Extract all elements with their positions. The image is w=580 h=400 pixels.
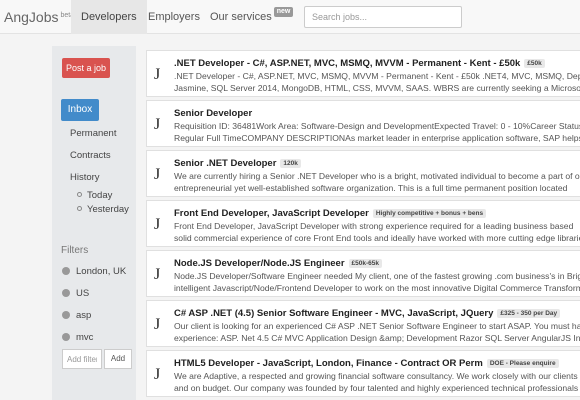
history-item-today-label: Today xyxy=(87,190,113,201)
job-card[interactable]: J Senior Developer Requisition ID: 36481… xyxy=(146,100,580,147)
add-filter-input[interactable] xyxy=(62,349,102,369)
job-description: We are currently hiring a Senior .NET De… xyxy=(174,171,580,194)
history-item-yesterday-label: Yesterday xyxy=(87,204,129,215)
job-title-text: .NET Developer - C#, ASP.NET, MVC, MSMQ,… xyxy=(174,58,521,69)
tab-our-services[interactable]: Our services new xyxy=(200,0,303,34)
job-card[interactable]: J .NET Developer - C#, ASP.NET, MVC, MSM… xyxy=(146,50,580,97)
filters-heading: Filters xyxy=(61,245,89,256)
job-description: .NET Developer - C#, ASP.NET, MVC, MSMQ,… xyxy=(174,71,580,94)
job-description-line: Requisition ID: 36481Work Area: Software… xyxy=(174,121,580,131)
job-description-line: We are Adaptive, a respected and growing… xyxy=(174,371,578,381)
job-description-line: Front End Developer, JavaScript Develope… xyxy=(174,221,574,231)
history-item-yesterday[interactable]: Yesterday xyxy=(77,204,129,215)
post-job-button[interactable]: Post a job xyxy=(62,58,110,78)
add-filter-button[interactable]: Add xyxy=(104,349,132,369)
sidebar-item-permanent[interactable]: Permanent xyxy=(70,128,116,139)
job-description-line: experience: ASP. Net 4.5 C# MVC Applicat… xyxy=(174,332,580,343)
job-title[interactable]: Senior .NET Developer 120k xyxy=(174,158,301,169)
job-title-text: Node.JS Developer/Node.JS Engineer xyxy=(174,258,345,269)
job-title-text: Front End Developer, JavaScript Develope… xyxy=(174,208,369,219)
company-logo: J xyxy=(154,266,161,283)
history-item-today[interactable]: Today xyxy=(77,190,112,201)
filter-label: mvc xyxy=(76,332,94,343)
filter-asp[interactable]: asp xyxy=(62,310,91,321)
filter-label: US xyxy=(76,288,90,299)
job-description-line: .NET Developer - C#, ASP.NET, MVC, MSMQ,… xyxy=(174,71,580,81)
brand-name: AngJobs xyxy=(4,9,59,25)
job-description: Node.JS Developer/Software Engineer need… xyxy=(174,271,580,294)
job-card[interactable]: J Front End Developer, JavaScript Develo… xyxy=(146,200,580,247)
filter-us[interactable]: US xyxy=(62,288,89,299)
filter-mvc[interactable]: mvc xyxy=(62,332,93,343)
job-description-line: Regular Full TimeCOMPANY DESCRIPTIONAs m… xyxy=(174,132,580,143)
salary-tag: £325 - 350 per Day xyxy=(497,309,561,318)
filter-dot-icon xyxy=(62,311,70,319)
company-logo: J xyxy=(154,166,161,183)
filter-label: London, UK xyxy=(76,266,127,277)
job-title[interactable]: C# ASP .NET (4.5) Senior Software Engine… xyxy=(174,308,561,319)
job-title[interactable]: .NET Developer - C#, ASP.NET, MVC, MSMQ,… xyxy=(174,58,545,69)
sidebar-item-history[interactable]: History xyxy=(70,172,100,183)
job-description-line: Jasmine, SQL Server 2014, MongoDB, HTML,… xyxy=(174,82,580,93)
filter-dot-icon xyxy=(62,267,70,275)
job-description: We are Adaptive, a respected and growing… xyxy=(174,371,580,394)
job-title-text: Senior .NET Developer xyxy=(174,158,277,169)
inbox-button[interactable]: Inbox xyxy=(61,99,99,121)
job-description: Front End Developer, JavaScript Develope… xyxy=(174,221,580,244)
sidebar: Post a job Inbox Permanent Contracts His… xyxy=(52,46,136,400)
job-title[interactable]: Senior Developer xyxy=(174,108,252,119)
company-logo: J xyxy=(154,216,161,233)
job-card[interactable]: J Senior .NET Developer 120k We are curre… xyxy=(146,150,580,197)
job-description-line: We are currently hiring a Senior .NET De… xyxy=(174,171,580,181)
salary-tag: £50k xyxy=(524,59,545,68)
bullet-icon xyxy=(77,192,82,197)
job-description: Requisition ID: 36481Work Area: Software… xyxy=(174,121,580,144)
tab-developers[interactable]: Developers xyxy=(71,0,147,34)
brand-logo[interactable]: AngJobs beta xyxy=(4,9,74,25)
salary-tag: £50k-65k xyxy=(348,259,383,268)
job-description-line: entrepreneurial yet well-established sof… xyxy=(174,182,568,193)
search-input[interactable] xyxy=(304,6,462,28)
job-title[interactable]: Node.JS Developer/Node.JS Engineer £50k-6… xyxy=(174,258,383,269)
tab-our-services-label: Our services xyxy=(210,11,272,23)
company-logo: J xyxy=(154,316,161,333)
salary-tag: DOE - Please enquire xyxy=(486,359,559,368)
job-title-text: HTML5 Developer - JavaScript, London, Fi… xyxy=(174,358,483,369)
job-description-line: and on budget. Our company was founded b… xyxy=(174,382,579,393)
salary-tag: Highly competitive + bonus + bens xyxy=(372,209,487,218)
job-title[interactable]: HTML5 Developer - JavaScript, London, Fi… xyxy=(174,358,559,369)
job-title[interactable]: Front End Developer, JavaScript Develope… xyxy=(174,208,487,219)
company-logo: J xyxy=(154,116,161,133)
filter-label: asp xyxy=(76,310,92,321)
filter-dot-icon xyxy=(62,333,70,341)
job-description-line: Our client is looking for an experienced… xyxy=(174,321,580,331)
new-badge: new xyxy=(273,7,294,17)
bullet-icon xyxy=(77,206,82,211)
job-description-line: Node.JS Developer/Software Engineer need… xyxy=(174,271,580,281)
job-card[interactable]: J HTML5 Developer - JavaScript, London, … xyxy=(146,350,580,397)
job-description-line: solid commercial experience of core Fron… xyxy=(174,232,580,243)
job-description-line: intelligent Javascript/Node/Frontend Dev… xyxy=(174,282,580,293)
job-title-text: C# ASP .NET (4.5) Senior Software Engine… xyxy=(174,308,494,319)
job-card[interactable]: J Node.JS Developer/Node.JS Engineer £50k… xyxy=(146,250,580,297)
job-card[interactable]: J C# ASP .NET (4.5) Senior Software Engi… xyxy=(146,300,580,347)
job-title-text: Senior Developer xyxy=(174,108,253,119)
job-description: Our client is looking for an experienced… xyxy=(174,321,580,344)
filter-london-uk[interactable]: London, UK xyxy=(62,266,126,277)
salary-tag: 120k xyxy=(280,159,301,168)
company-logo: J xyxy=(154,366,161,383)
company-logo: J xyxy=(154,66,161,83)
job-list: J .NET Developer - C#, ASP.NET, MVC, MSM… xyxy=(146,50,580,400)
top-navbar: AngJobs beta Developers Employers Our ser… xyxy=(0,0,580,34)
filter-dot-icon xyxy=(62,289,70,297)
sidebar-item-contracts[interactable]: Contracts xyxy=(70,150,111,161)
